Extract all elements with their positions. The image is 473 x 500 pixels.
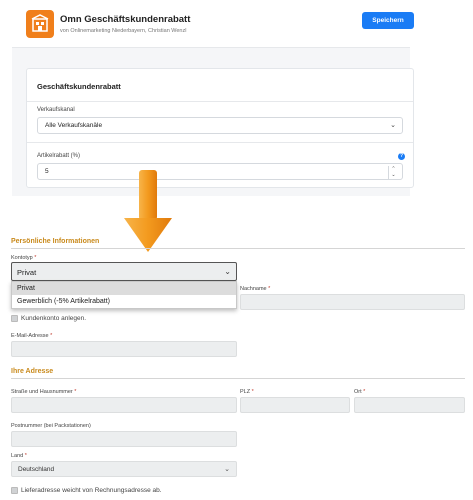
postnumber-label: Postnummer (bei Packstationen) xyxy=(11,423,91,429)
zip-label-text: PLZ xyxy=(240,389,251,395)
required-marker: * xyxy=(363,389,366,395)
admin-header: Omn Geschäftskundenrabatt von Onlinemark… xyxy=(12,0,410,48)
different-shipping-checkbox[interactable] xyxy=(11,487,18,494)
sales-channel-label: Verkaufskanal xyxy=(37,107,75,113)
discount-input[interactable]: 5 ⌃ ⌄ xyxy=(37,163,403,180)
app-subtitle: von Onlinemarketing Niederbayern, Christ… xyxy=(60,28,187,34)
zip-label: PLZ * xyxy=(240,389,254,395)
app-logo-icon xyxy=(26,10,54,38)
email-input[interactable] xyxy=(11,341,237,357)
street-label: Straße und Hausnummer * xyxy=(11,389,76,395)
personal-section-title: Persönliche Informationen xyxy=(11,238,100,245)
save-button[interactable]: Speichern xyxy=(362,12,414,29)
street-label-text: Straße und Hausnummer xyxy=(11,389,73,395)
number-stepper-icon[interactable]: ⌃ ⌄ xyxy=(388,166,398,179)
help-icon[interactable]: ? xyxy=(398,153,405,160)
street-input[interactable] xyxy=(11,397,237,413)
account-type-label-text: Kontotyp xyxy=(11,255,33,261)
account-type-value: Privat xyxy=(17,268,37,277)
create-account-label: Kundenkonto anlegen. xyxy=(21,315,87,322)
required-marker: * xyxy=(24,453,27,459)
discount-label: Artikelrabatt (%) xyxy=(37,153,81,159)
last-name-input[interactable] xyxy=(240,294,465,310)
divider xyxy=(27,142,413,143)
required-marker: * xyxy=(268,286,271,292)
last-name-label: Nachname * xyxy=(240,286,270,292)
create-account-checkbox[interactable] xyxy=(11,315,18,322)
city-label-text: Ort xyxy=(354,389,362,395)
chevron-down-icon: ⌄ xyxy=(390,122,396,129)
zip-input[interactable] xyxy=(240,397,350,413)
country-value: Deutschland xyxy=(18,466,55,473)
postnumber-input[interactable] xyxy=(11,431,237,447)
required-marker: * xyxy=(50,333,53,339)
card-title: Geschäftskundenrabatt xyxy=(37,82,121,91)
country-label-text: Land xyxy=(11,453,24,459)
account-type-dropdown: Privat Gewerblich (-5% Artikelrabatt) xyxy=(11,281,237,309)
required-marker: * xyxy=(34,255,37,261)
city-label: Ort * xyxy=(354,389,365,395)
chevron-down-icon: ⌄ xyxy=(224,267,231,276)
settings-card: Geschäftskundenrabatt Verkaufskanal Alle… xyxy=(26,68,414,188)
admin-panel: Omn Geschäftskundenrabatt von Onlinemark… xyxy=(12,0,414,196)
required-marker: * xyxy=(74,389,77,395)
sales-channel-select[interactable]: Alle Verkaufskanäle ⌄ xyxy=(37,117,403,134)
discount-value: 5 xyxy=(45,168,49,175)
section-divider xyxy=(11,248,465,249)
section-divider xyxy=(11,378,465,379)
divider xyxy=(27,101,413,102)
last-name-label-text: Nachname xyxy=(240,286,267,292)
app-title: Omn Geschäftskundenrabatt xyxy=(60,14,191,25)
email-label-text: E-Mail-Adresse xyxy=(11,333,49,339)
account-type-label: Kontotyp * xyxy=(11,255,36,261)
country-select[interactable]: Deutschland ⌄ xyxy=(11,461,237,477)
city-input[interactable] xyxy=(354,397,465,413)
address-section-title: Ihre Adresse xyxy=(11,368,54,375)
email-label: E-Mail-Adresse * xyxy=(11,333,52,339)
dropdown-option-gewerblich[interactable]: Gewerblich (-5% Artikelrabatt) xyxy=(12,295,236,308)
country-label: Land * xyxy=(11,453,27,459)
sales-channel-value: Alle Verkaufskanäle xyxy=(45,122,103,129)
chevron-down-icon: ⌄ xyxy=(224,466,230,473)
different-shipping-label: Lieferadresse weicht von Rechnungsadress… xyxy=(21,487,162,494)
dropdown-option-privat[interactable]: Privat xyxy=(12,282,236,295)
arrow-down-icon xyxy=(118,168,178,258)
account-type-select[interactable]: Privat ⌄ xyxy=(11,262,237,281)
required-marker: * xyxy=(251,389,254,395)
